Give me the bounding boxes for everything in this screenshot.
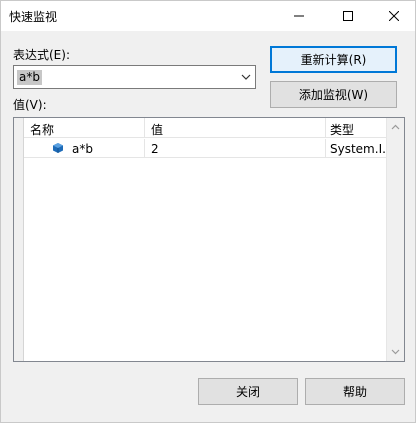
column-header-value[interactable]: 值 — [151, 121, 163, 138]
scroll-down-icon[interactable] — [391, 349, 400, 355]
expression-label: 表达式(E): — [13, 48, 70, 62]
maximize-icon — [343, 11, 353, 21]
column-divider[interactable] — [325, 118, 326, 138]
value-grid[interactable]: 名称 值 类型 a*b 2 System.I... — [13, 117, 405, 362]
column-header-name[interactable]: 名称 — [30, 121, 54, 138]
window-title: 快速监视 — [9, 10, 58, 24]
cell-divider — [144, 139, 145, 158]
help-button[interactable]: 帮助 — [305, 378, 405, 405]
title-bar[interactable]: 快速监视 — [1, 1, 415, 31]
close-window-button[interactable] — [371, 1, 416, 31]
column-divider[interactable] — [144, 118, 145, 138]
minimize-icon — [294, 15, 304, 17]
quick-watch-window: 快速监视 表达式(E): a*b 值(V): 重新计算(R) 添加监视(W) 名… — [0, 0, 416, 423]
object-icon — [53, 143, 63, 153]
grid-row-gutter — [14, 118, 24, 361]
maximize-button[interactable] — [325, 1, 371, 31]
expression-input[interactable]: a*b — [17, 70, 42, 85]
column-header-type[interactable]: 类型 — [330, 121, 354, 138]
row-value-cell: 2 — [151, 142, 159, 156]
close-icon — [389, 11, 399, 21]
scroll-up-icon[interactable] — [391, 124, 400, 130]
minimize-button[interactable] — [276, 1, 322, 31]
chevron-down-icon[interactable] — [241, 73, 251, 81]
vertical-scrollbar[interactable] — [386, 118, 404, 361]
grid-header: 名称 值 类型 — [24, 118, 386, 138]
add-watch-button[interactable]: 添加监视(W) — [270, 81, 397, 108]
cell-divider — [325, 139, 326, 158]
value-label: 值(V): — [13, 98, 47, 112]
expression-combobox[interactable]: a*b — [13, 65, 256, 89]
close-button[interactable]: 关闭 — [198, 378, 298, 405]
recalculate-button[interactable]: 重新计算(R) — [270, 46, 397, 73]
row-type-cell: System.I... — [330, 142, 386, 156]
row-name-cell: a*b — [72, 142, 93, 156]
table-row[interactable]: a*b 2 System.I... — [24, 139, 386, 158]
